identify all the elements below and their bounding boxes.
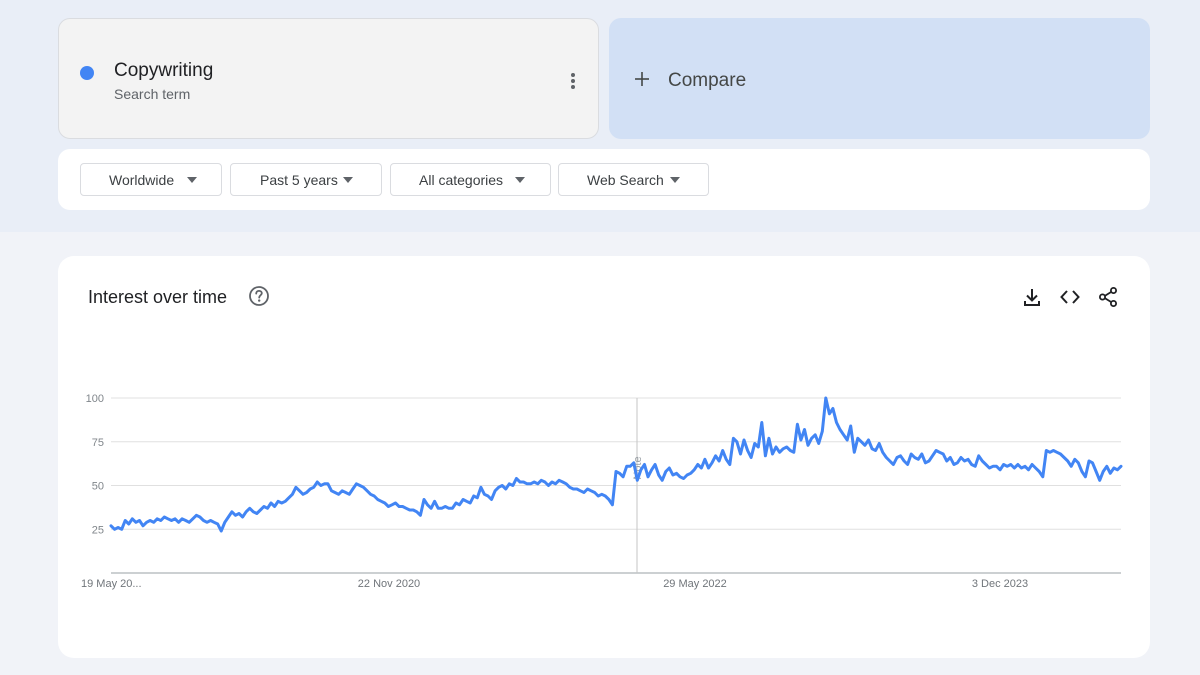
interest-over-time-card: Interest over time 25 50 75 100 19 May 20...… <box>58 256 1150 658</box>
more-options-button[interactable] <box>559 67 587 95</box>
chevron-down-icon <box>670 177 680 183</box>
plus-icon <box>635 72 649 86</box>
y-tick-label: 100 <box>86 393 104 405</box>
compare-button[interactable]: Compare <box>609 18 1150 139</box>
chevron-down-icon <box>187 177 197 183</box>
search-term-subtitle: Search term <box>114 86 191 102</box>
compare-label: Compare <box>668 70 747 91</box>
filter-category-dropdown[interactable]: All categories <box>390 163 551 196</box>
filter-region-dropdown[interactable]: Worldwide <box>80 163 222 196</box>
x-tick-label: 29 May 2022 <box>663 578 727 590</box>
y-tick-label: 50 <box>92 481 104 493</box>
search-term-card[interactable]: Copywriting Search term <box>58 18 599 139</box>
filter-bar: Worldwide Past 5 years All categories We… <box>58 149 1150 210</box>
chevron-down-icon <box>343 177 353 183</box>
filter-time-dropdown[interactable]: Past 5 years <box>230 163 382 196</box>
x-tick-label: 22 Nov 2020 <box>358 578 420 590</box>
x-tick-label: 3 Dec 2023 <box>972 578 1028 590</box>
y-tick-label: 75 <box>92 437 104 449</box>
x-tick-label: 19 May 20... <box>81 578 142 590</box>
filter-property-label: Web Search <box>587 172 664 188</box>
series-line-copywriting[interactable] <box>109 396 1123 533</box>
search-term-name[interactable]: Copywriting <box>114 60 213 82</box>
filter-category-label: All categories <box>419 172 504 188</box>
chevron-down-icon <box>515 177 525 183</box>
series-color-dot <box>80 66 94 80</box>
filter-region-label: Worldwide <box>109 172 175 188</box>
y-tick-label: 25 <box>92 524 104 536</box>
more-vert-icon <box>571 73 575 89</box>
filter-property-dropdown[interactable]: Web Search <box>558 163 709 196</box>
interest-line-chart: 25 50 75 100 19 May 20... 22 Nov 2020 29 May 2… <box>81 393 1123 590</box>
filter-time-label: Past 5 years <box>260 172 338 188</box>
